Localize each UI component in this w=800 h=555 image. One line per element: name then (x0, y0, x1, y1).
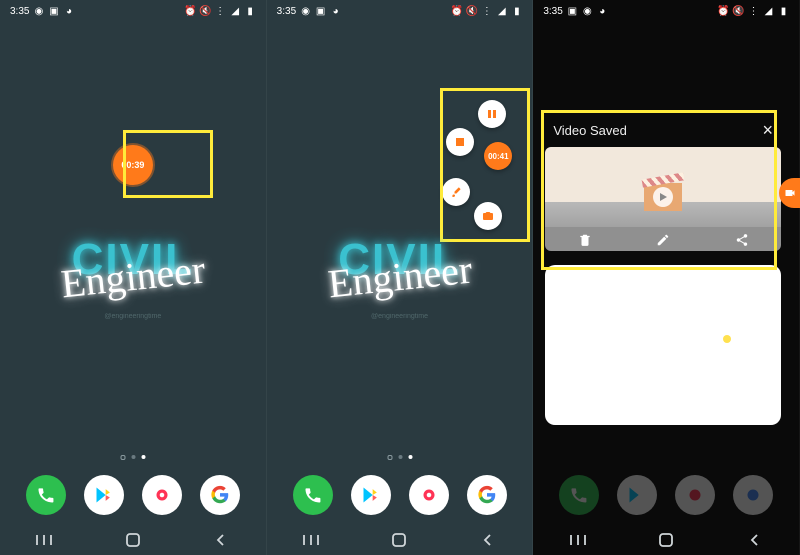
home-wallpaper: CIVIL Engineer @engineeringtime (0, 235, 266, 320)
page-dot (131, 455, 135, 459)
google-app-icon[interactable] (733, 475, 773, 515)
home-button[interactable] (387, 531, 411, 549)
clapper-icon (644, 183, 682, 211)
phone-app-icon[interactable] (26, 475, 66, 515)
screenshot-panel-3: 3:35 ▣ ◉ ◕ ⏰ 🔇 ⋮ ◢ ▮ Video Saved × (533, 0, 800, 555)
video-saved-title: Video Saved (553, 123, 627, 138)
status-time: 3:35 (10, 6, 29, 17)
messenger-icon: ◕ (330, 6, 341, 17)
status-bar: 3:35 ◉ ▣ ◕ ⏰ 🔇 ⋮ ◢ ▮ (0, 0, 266, 22)
playstore-app-icon[interactable] (351, 475, 391, 515)
share-button[interactable] (735, 233, 749, 252)
front-camera-button[interactable] (474, 202, 502, 230)
battery-icon: ▮ (778, 6, 789, 17)
mute-icon: 🔇 (200, 6, 211, 17)
brush-button[interactable] (442, 178, 470, 206)
home-button[interactable] (121, 531, 145, 549)
video-saved-header: Video Saved × (545, 114, 781, 147)
signal-icon: ◢ (230, 6, 241, 17)
page-indicator[interactable] (120, 455, 145, 460)
nav-bar (0, 531, 266, 549)
wallpaper-handle: @engineeringtime (267, 313, 533, 320)
back-button[interactable] (209, 531, 233, 549)
page-indicator[interactable] (387, 455, 412, 460)
stop-button[interactable] (446, 128, 474, 156)
screenrec-icon: ◉ (300, 6, 311, 17)
google-app-icon[interactable] (200, 475, 240, 515)
playstore-app-icon[interactable] (617, 475, 657, 515)
camera-app-icon[interactable] (409, 475, 449, 515)
mute-icon: 🔇 (466, 6, 477, 17)
nav-bar (533, 531, 799, 549)
recents-button[interactable] (566, 531, 590, 549)
app-dock (267, 475, 533, 515)
app-dock (533, 475, 799, 515)
delete-button[interactable] (578, 233, 592, 252)
app-dock (0, 475, 266, 515)
google-app-icon[interactable] (467, 475, 507, 515)
recents-button[interactable] (299, 531, 323, 549)
home-button[interactable] (654, 531, 678, 549)
gallery-icon: ▣ (567, 6, 578, 17)
screenshot-panel-2: 3:35 ◉ ▣ ◕ ⏰ 🔇 ⋮ ◢ ▮ 00:41 CIVIL Enginee… (267, 0, 534, 555)
battery-icon: ▮ (245, 6, 256, 17)
play-icon (653, 187, 673, 207)
wifi-icon: ⋮ (481, 6, 492, 17)
record-timer-bubble[interactable]: 00:39 (113, 145, 153, 185)
signal-icon: ◢ (763, 6, 774, 17)
brush-mark (723, 335, 731, 343)
battery-icon: ▮ (511, 6, 522, 17)
page-dot-active (408, 455, 412, 459)
status-bar: 3:35 ◉ ▣ ◕ ⏰ 🔇 ⋮ ◢ ▮ (267, 0, 533, 22)
page-dot-active (141, 455, 145, 459)
record-time-label: 00:41 (488, 152, 508, 161)
alarm-icon: ⏰ (185, 6, 196, 17)
record-time-label: 00:39 (121, 160, 144, 170)
camera-app-icon[interactable] (142, 475, 182, 515)
signal-icon: ◢ (496, 6, 507, 17)
record-floating-button[interactable] (779, 178, 800, 208)
alarm-icon: ⏰ (718, 6, 729, 17)
gallery-icon: ▣ (48, 6, 59, 17)
wallpaper-handle: @engineeringtime (0, 313, 266, 320)
recents-button[interactable] (32, 531, 56, 549)
screenrec-icon: ◉ (582, 6, 593, 17)
video-saved-card: Video Saved × (545, 114, 781, 425)
status-time: 3:35 (543, 6, 562, 17)
playstore-app-icon[interactable] (84, 475, 124, 515)
screenrec-icon: ◉ (33, 6, 44, 17)
home-page-dot (120, 455, 125, 460)
phone-app-icon[interactable] (293, 475, 333, 515)
drawing-canvas[interactable] (545, 265, 781, 425)
mute-icon: 🔇 (733, 6, 744, 17)
status-time: 3:35 (277, 6, 296, 17)
video-actions-row (545, 227, 781, 251)
screenshot-panel-1: 3:35 ◉ ▣ ◕ ⏰ 🔇 ⋮ ◢ ▮ 00:39 CIVIL Enginee… (0, 0, 267, 555)
phone-app-icon[interactable] (559, 475, 599, 515)
record-timer-bubble[interactable]: 00:41 (484, 142, 512, 170)
status-bar: 3:35 ▣ ◉ ◕ ⏰ 🔇 ⋮ ◢ ▮ (533, 0, 799, 22)
wifi-icon: ⋮ (215, 6, 226, 17)
wifi-icon: ⋮ (748, 6, 759, 17)
alarm-icon: ⏰ (451, 6, 462, 17)
home-page-dot (387, 455, 392, 460)
page-dot (398, 455, 402, 459)
back-button[interactable] (743, 531, 767, 549)
pause-button[interactable] (478, 100, 506, 128)
recorder-radial-menu: 00:41 (422, 100, 522, 240)
camera-app-icon[interactable] (675, 475, 715, 515)
nav-bar (267, 531, 533, 549)
close-button[interactable]: × (763, 120, 774, 141)
messenger-icon: ◕ (63, 6, 74, 17)
gallery-icon: ▣ (315, 6, 326, 17)
messenger-icon: ◕ (597, 6, 608, 17)
home-wallpaper: CIVIL Engineer @engineeringtime (267, 235, 533, 320)
back-button[interactable] (476, 531, 500, 549)
edit-button[interactable] (656, 233, 670, 252)
